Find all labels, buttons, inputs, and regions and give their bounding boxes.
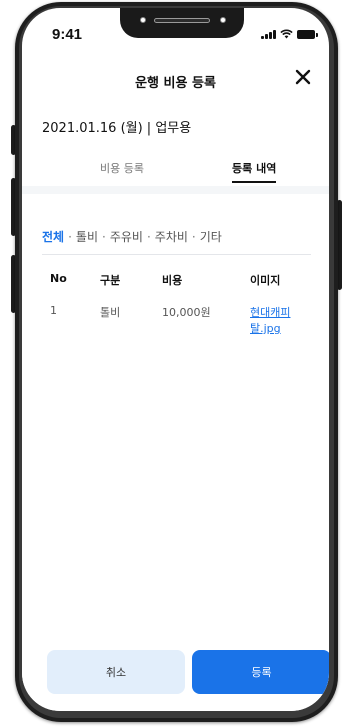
history-panel: 전체 · 톨비 · 주유비 · 주차비 · 기타 No 구분 비용 이미지 1 톨비 10,00… <box>22 194 329 711</box>
column-header-no: No <box>50 272 67 285</box>
tab-registration-history[interactable]: 등록 내역 <box>232 160 277 183</box>
close-icon <box>295 69 311 85</box>
column-header-cost: 비용 <box>162 274 183 287</box>
section-divider <box>22 186 329 194</box>
speaker-grille <box>154 18 210 23</box>
column-header-image: 이미지 <box>250 274 281 287</box>
table-row: 1 톨비 10,000원 현대캐피탈.jpg <box>42 296 311 335</box>
status-time: 9:41 <box>52 26 83 43</box>
camera-icon <box>220 17 226 23</box>
category-filter: 전체 · 톨비 · 주유비 · 주차비 · 기타 <box>42 228 222 245</box>
page-title: 운행 비용 등록 <box>135 76 216 91</box>
filter-separator: · <box>102 230 106 244</box>
row-no: 1 <box>50 304 57 317</box>
filter-all[interactable]: 전체 <box>42 230 64 244</box>
register-button[interactable]: 등록 <box>192 650 329 694</box>
signal-icon <box>261 29 276 39</box>
close-button[interactable] <box>295 69 311 89</box>
filter-separator: · <box>68 230 72 244</box>
battery-icon <box>297 30 318 39</box>
status-icons <box>261 29 318 39</box>
sensor-dot <box>140 17 146 23</box>
filter-separator: · <box>191 230 196 244</box>
phone-screen: 9:41 운행 비용 등록 2021.01.16 (월) | 업무용 비용 등록… <box>22 8 329 711</box>
cost-table: No 구분 비용 이미지 1 톨비 10,000원 현대캐피탈.jpg <box>42 264 311 335</box>
filter-fuel[interactable]: 주유비 <box>110 230 143 244</box>
table-header-row: No 구분 비용 이미지 <box>42 264 311 296</box>
wifi-icon <box>280 29 293 39</box>
filter-separator: · <box>146 230 151 244</box>
row-image-link[interactable]: 현대캐피탈.jpg <box>250 304 311 336</box>
filter-toll[interactable]: 톨비 <box>76 230 98 244</box>
filter-divider <box>42 254 311 255</box>
filter-parking[interactable]: 주차비 <box>155 230 188 244</box>
row-category: 톨비 <box>100 306 121 319</box>
tab-bar: 비용 등록 등록 내역 <box>22 150 329 184</box>
tab-cost-registration[interactable]: 비용 등록 <box>100 160 144 181</box>
notch <box>120 8 244 38</box>
cancel-button[interactable]: 취소 <box>47 650 185 694</box>
filter-other[interactable]: 기타 <box>200 230 222 244</box>
row-cost: 10,000원 <box>162 306 211 319</box>
date-usage-label: 2021.01.16 (월) | 업무용 <box>42 121 192 136</box>
column-header-category: 구분 <box>100 274 121 287</box>
